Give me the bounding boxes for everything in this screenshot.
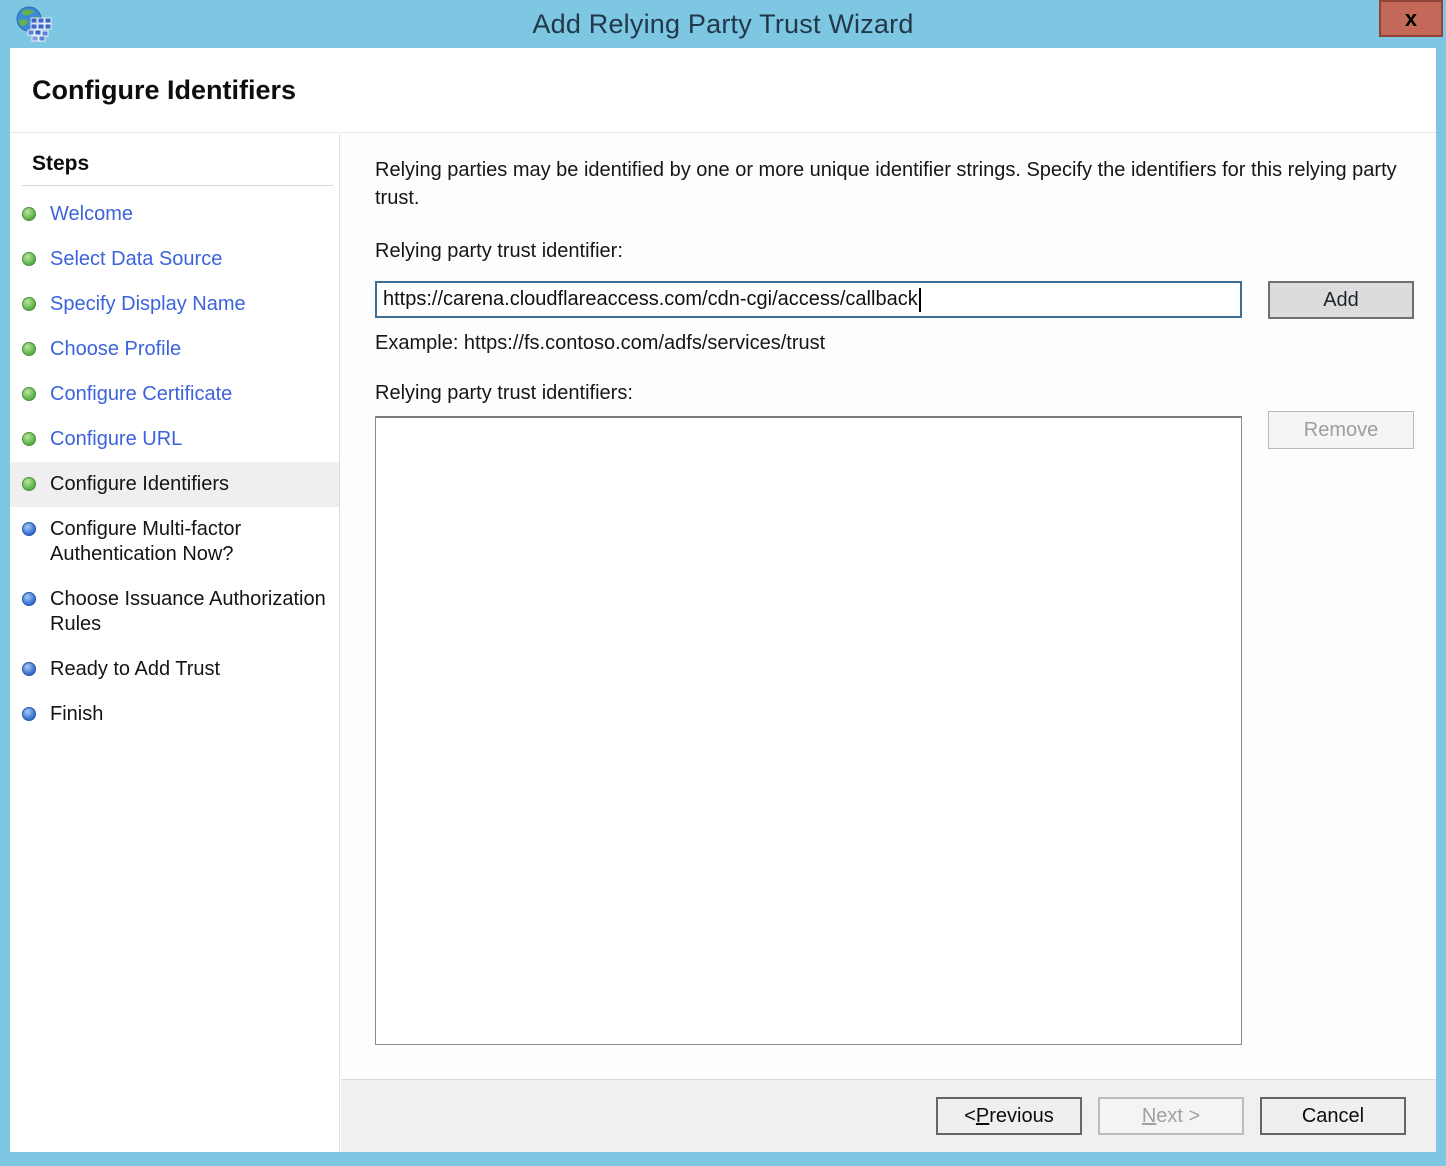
identifier-field-label: Relying party trust identifier: [375, 240, 623, 263]
step-label: Configure Multi-factor Authentication No… [50, 517, 331, 567]
step-item-choose-profile[interactable]: Choose Profile [10, 327, 339, 372]
text-caret [919, 288, 921, 312]
step-complete-bullet-icon [22, 477, 36, 491]
step-complete-bullet-icon [22, 207, 36, 221]
step-item-specify-display-name[interactable]: Specify Display Name [10, 282, 339, 327]
steps-sidebar: Steps Welcome Select Data Source Specify D… [10, 134, 340, 1152]
step-label[interactable]: Welcome [50, 202, 133, 227]
step-item-configure-multi-factor-authentication-now: Configure Multi-factor Authentication No… [10, 507, 339, 577]
page-title: Configure Identifiers [32, 75, 296, 106]
step-pending-bullet-icon [22, 662, 36, 676]
close-button[interactable]: x [1379, 0, 1443, 37]
steps-divider [22, 185, 333, 186]
remove-button: Remove [1268, 411, 1414, 449]
next-button: Next > [1098, 1097, 1244, 1135]
step-label: Configure Identifiers [50, 472, 229, 497]
add-button[interactable]: Add [1268, 281, 1414, 319]
steps-list: Welcome Select Data Source Specify Display… [10, 192, 339, 737]
step-item-configure-identifiers: Configure Identifiers [10, 462, 339, 507]
step-label: Finish [50, 702, 103, 727]
step-pending-bullet-icon [22, 592, 36, 606]
close-icon: x [1405, 6, 1417, 32]
step-label[interactable]: Specify Display Name [50, 292, 246, 317]
example-text: Example: https://fs.contoso.com/adfs/ser… [375, 332, 825, 355]
identifiers-listbox[interactable] [375, 416, 1242, 1045]
step-complete-bullet-icon [22, 342, 36, 356]
previous-button[interactable]: < Previous [936, 1097, 1082, 1135]
titlebar: Add Relying Party Trust Wizard x [0, 0, 1446, 48]
step-item-configure-certificate[interactable]: Configure Certificate [10, 372, 339, 417]
step-label[interactable]: Choose Profile [50, 337, 181, 362]
step-complete-bullet-icon [22, 297, 36, 311]
step-item-choose-issuance-authorization-rules: Choose Issuance Authorization Rules [10, 577, 339, 647]
page-header: Configure Identifiers [10, 48, 1436, 133]
identifier-input-value: https://carena.cloudflareaccess.com/cdn-… [383, 288, 918, 311]
step-complete-bullet-icon [22, 387, 36, 401]
wizard-window: Configure Identifiers Steps Welcome Selec… [10, 48, 1436, 1152]
step-pending-bullet-icon [22, 707, 36, 721]
step-complete-bullet-icon [22, 432, 36, 446]
footer-button-bar: < Previous Next > Cancel [341, 1079, 1436, 1152]
step-label[interactable]: Configure URL [50, 427, 182, 452]
step-item-ready-to-add-trust: Ready to Add Trust [10, 647, 339, 692]
step-label[interactable]: Select Data Source [50, 247, 222, 272]
content-body: Relying parties may be identified by one… [341, 134, 1436, 1079]
step-complete-bullet-icon [22, 252, 36, 266]
step-label: Choose Issuance Authorization Rules [50, 587, 331, 637]
step-item-finish: Finish [10, 692, 339, 737]
step-item-select-data-source[interactable]: Select Data Source [10, 237, 339, 282]
window-title: Add Relying Party Trust Wizard [532, 9, 913, 40]
steps-heading: Steps [32, 152, 339, 176]
step-label[interactable]: Configure Certificate [50, 382, 232, 407]
step-label: Ready to Add Trust [50, 657, 220, 682]
adfs-app-icon [14, 5, 54, 45]
identifier-input[interactable]: https://carena.cloudflareaccess.com/cdn-… [375, 281, 1242, 318]
step-item-welcome[interactable]: Welcome [10, 192, 339, 237]
step-pending-bullet-icon [22, 522, 36, 536]
step-item-configure-url[interactable]: Configure URL [10, 417, 339, 462]
identifiers-list-label: Relying party trust identifiers: [375, 382, 633, 405]
content-pane: Relying parties may be identified by one… [341, 134, 1436, 1152]
cancel-button[interactable]: Cancel [1260, 1097, 1406, 1135]
page-description: Relying parties may be identified by one… [375, 156, 1399, 212]
